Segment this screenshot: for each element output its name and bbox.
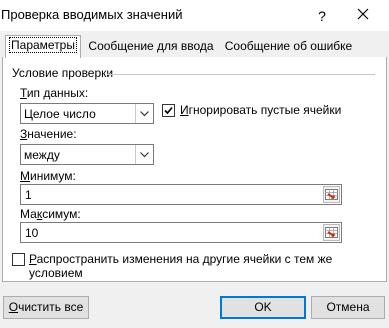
minimum-range-select-button[interactable] xyxy=(323,186,340,203)
close-icon xyxy=(357,8,369,20)
data-type-dropdown-button[interactable] xyxy=(135,104,153,123)
apply-all-label[interactable]: Распространить изменения на другие ячейк… xyxy=(29,252,332,280)
data-type-label: Тип данных: xyxy=(20,86,89,100)
operator-dropdown-button[interactable] xyxy=(135,145,153,164)
help-button[interactable]: ? xyxy=(312,7,332,25)
maximum-label: Максимум: xyxy=(20,207,81,221)
group-title: Условие проверки xyxy=(12,66,114,80)
minimum-field[interactable]: 1 xyxy=(20,184,342,205)
data-type-select[interactable]: Целое число xyxy=(20,103,154,124)
minimum-value: 1 xyxy=(25,188,32,202)
window-title: Проверка вводимых значений xyxy=(1,7,183,22)
minimum-label: Минимум: xyxy=(20,169,76,183)
operator-value: между xyxy=(24,148,60,162)
operator-select[interactable]: между xyxy=(20,144,154,165)
chevron-down-icon xyxy=(140,111,149,117)
maximum-value: 10 xyxy=(25,226,39,240)
tab-parameters-label: Параметры xyxy=(9,37,77,53)
tab-input-message-label: Сообщение для ввода xyxy=(88,39,214,53)
range-select-icon xyxy=(325,227,338,238)
tab-input-message[interactable]: Сообщение для ввода xyxy=(85,37,217,57)
data-type-value: Целое число xyxy=(24,107,96,121)
tab-error-message[interactable]: Сообщение об ошибке xyxy=(222,37,355,57)
ignore-blank-label[interactable]: Игнорировать пустые ячейки xyxy=(180,103,341,117)
apply-all-checkbox[interactable] xyxy=(12,253,25,266)
ok-button[interactable]: OK xyxy=(220,296,306,319)
checkmark-icon xyxy=(164,106,173,115)
operator-label: Значение: xyxy=(20,127,77,141)
maximum-field[interactable]: 10 xyxy=(20,222,342,243)
clear-all-button[interactable]: Очистить все xyxy=(3,296,89,319)
maximum-range-select-button[interactable] xyxy=(323,224,340,241)
tab-error-message-label: Сообщение об ошибке xyxy=(224,39,353,53)
range-select-icon xyxy=(325,189,338,200)
cancel-button[interactable]: Отмена xyxy=(311,296,385,319)
close-button[interactable] xyxy=(350,4,376,26)
tab-parameters[interactable]: Параметры xyxy=(5,35,81,58)
group-divider xyxy=(107,74,375,75)
ignore-blank-checkbox[interactable] xyxy=(162,104,175,117)
chevron-down-icon xyxy=(140,152,149,158)
